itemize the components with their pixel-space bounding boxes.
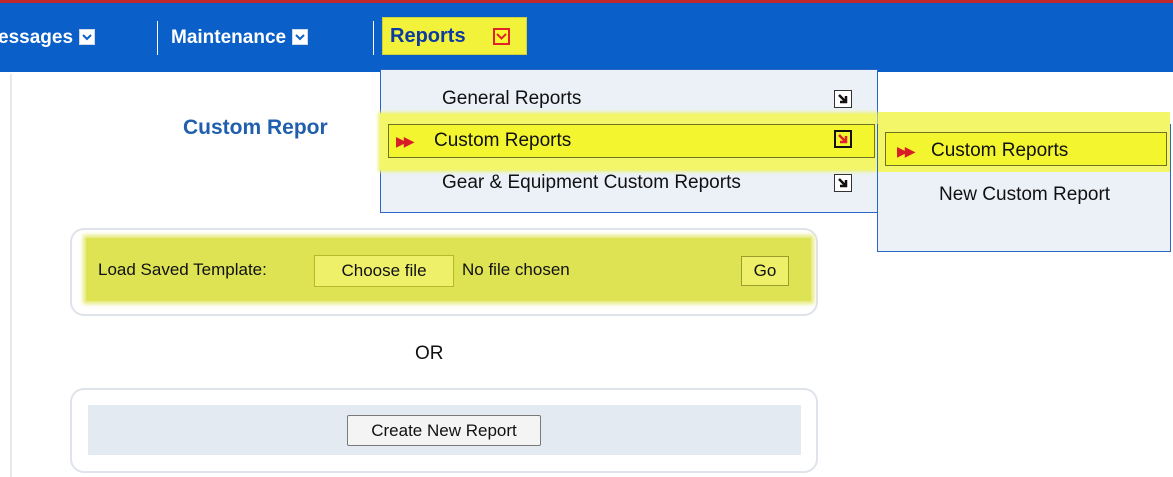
nav-item-maintenance[interactable]: Maintenance (171, 23, 309, 53)
double-arrow-icon: ▶▶ (897, 143, 915, 159)
menu-item-general-reports[interactable]: General Reports (380, 79, 876, 119)
submenu-item-custom-reports[interactable]: ▶▶ Custom Reports (885, 131, 1165, 171)
left-border (10, 74, 12, 477)
submenu-item-label: Custom Reports (931, 140, 1069, 161)
submenu-arrow-icon (834, 130, 852, 148)
main-navbar: essages Maintenance (0, 3, 1173, 72)
menu-item-label: Custom Reports (434, 130, 572, 151)
page-title: Custom Repor (183, 116, 328, 139)
menu-item-label: Gear & Equipment Custom Reports (442, 172, 741, 193)
submenu-item-new-custom-report[interactable]: New Custom Report (885, 175, 1165, 215)
top-bar: essages Maintenance Reports (0, 0, 1173, 74)
submenu-arrow-icon (834, 174, 852, 192)
nav-separator (373, 21, 374, 55)
menu-item-gear-equipment-reports[interactable]: Gear & Equipment Custom Reports (380, 163, 876, 203)
go-button[interactable]: Go (741, 256, 789, 286)
load-template-label: Load Saved Template: (98, 260, 267, 279)
double-arrow-icon: ▶▶ (396, 133, 414, 149)
or-separator: OR (415, 343, 444, 364)
menu-item-label: General Reports (442, 88, 582, 109)
nav-item-maintenance-label: Maintenance (171, 27, 287, 48)
chevron-down-icon[interactable] (493, 28, 510, 45)
submenu-arrow-icon (834, 90, 852, 108)
submenu-item-label: New Custom Report (939, 184, 1111, 205)
nav-item-reports-label: Reports (390, 25, 466, 47)
create-new-report-button[interactable]: Create New Report (347, 415, 541, 446)
choose-file-button[interactable]: Choose file (314, 255, 454, 287)
chevron-down-icon[interactable] (292, 29, 309, 45)
chevron-down-icon[interactable] (79, 29, 96, 45)
menu-item-custom-reports[interactable]: ▶▶ Custom Reports (380, 121, 876, 161)
file-status-text: No file chosen (462, 260, 570, 279)
nav-item-reports[interactable]: Reports (382, 17, 527, 55)
nav-item-messages-label: essages (0, 27, 74, 48)
nav-item-messages[interactable]: essages (0, 23, 96, 53)
nav-separator (157, 21, 158, 55)
